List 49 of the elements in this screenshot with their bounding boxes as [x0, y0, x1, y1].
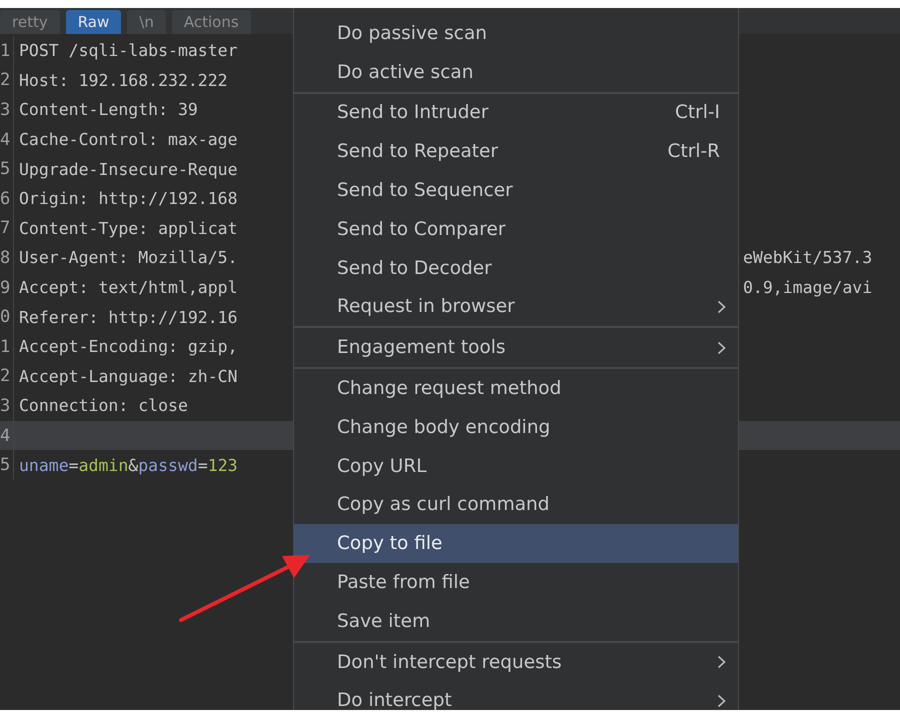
code-line: Accept: text/html,appl [19, 278, 238, 298]
code-line: 0.9,image/avi [743, 278, 872, 298]
line-number: 3 [0, 95, 14, 125]
line-number: 4 [0, 420, 14, 450]
menu-item[interactable]: Copy as curl command [294, 486, 738, 524]
code-line: Content-Length: 39 [19, 100, 198, 120]
code-line: Content-Type: applicat [19, 218, 238, 238]
menu-item[interactable]: Send to Sequencer [294, 171, 738, 210]
code-line: User-Agent: Mozilla/5. [19, 248, 238, 268]
code-line: Host: 192.168.232.222 [19, 70, 228, 90]
code-line: eWebKit/537.3 [743, 248, 872, 268]
code-line: Referer: http://192.16 [19, 308, 238, 327]
menu-item[interactable]: Change request method [294, 369, 738, 408]
menu-item[interactable]: Do active scan [294, 52, 738, 92]
code-line: Origin: http://192.168 [19, 189, 238, 208]
code-line: Connection: close [19, 396, 188, 416]
code-line: Accept-Encoding: gzip, [19, 337, 238, 356]
menu-item[interactable]: Send to Intruder Ctrl-I [294, 94, 738, 132]
tab[interactable]: Raw [66, 10, 122, 34]
menu-item[interactable]: Copy URL [294, 446, 738, 486]
menu-item[interactable]: Change body encoding [294, 408, 738, 447]
menu-item[interactable]: Send to Repeater Ctrl-R [294, 132, 738, 172]
menu-item[interactable]: Engagement tools [294, 328, 738, 368]
code-line: POST /sqli-labs-master [19, 41, 238, 60]
line-number: 5 [0, 450, 14, 480]
line-number: 5 [0, 154, 14, 184]
line-number: 6 [0, 184, 14, 214]
menu-item[interactable]: Save item [294, 602, 738, 641]
line-number: 7 [0, 214, 14, 244]
line-number: 2 [0, 362, 14, 392]
code-line: Upgrade-Insecure-Reque [19, 160, 238, 179]
line-number: 1 [0, 36, 14, 66]
code-line: uname=admin&passwd=123 [19, 456, 238, 475]
menu-item[interactable]: Paste from file [294, 563, 738, 602]
line-number: 2 [0, 66, 14, 96]
menu-item[interactable]: Don't intercept requests [294, 642, 738, 682]
menu-item[interactable]: Send to Decoder [294, 248, 738, 288]
code-line: Accept-Language: zh-CN [19, 366, 238, 386]
menu-item[interactable]: Request in browser [294, 288, 738, 326]
line-number: 9 [0, 272, 14, 302]
line-number: 0 [0, 302, 14, 332]
line-number: 1 [0, 332, 14, 362]
code-line: Cache-Control: max-age [19, 130, 238, 150]
menu-item[interactable]: Do passive scan [294, 14, 738, 53]
menu-item[interactable]: Do intercept [294, 682, 738, 710]
menu-item[interactable]: Send to Comparer [294, 210, 738, 249]
line-number: 8 [0, 243, 14, 273]
line-number: 4 [0, 124, 14, 154]
menu-item[interactable]: Copy to file [294, 524, 738, 564]
